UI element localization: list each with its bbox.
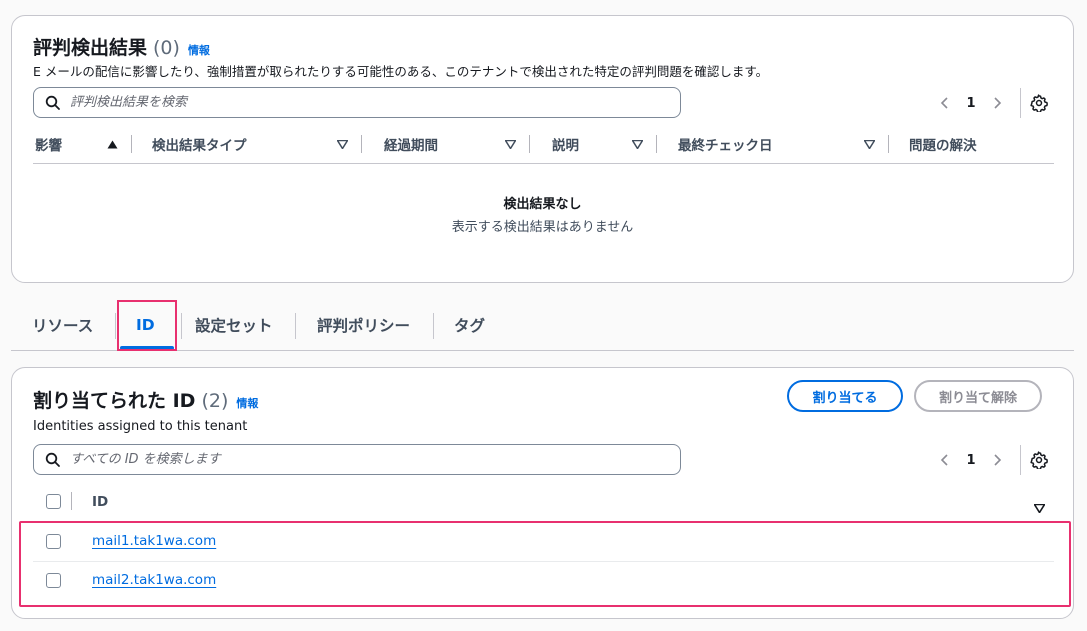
column-header-id[interactable]: ID [92,482,108,522]
assigned-title: 割り当てられた ID [33,390,196,412]
settings-gear-icon[interactable] [1029,450,1049,470]
findings-search[interactable] [33,87,681,118]
column-header-last-checked[interactable]: 最終チェック日 [678,124,908,164]
assign-button[interactable]: 割り当てる [787,380,903,412]
empty-state-title: 検出結果なし [503,197,582,212]
tab-configuration-sets[interactable]: 設定セット [195,300,273,350]
findings-title: 評判検出結果 [33,37,148,59]
column-header-resolution[interactable]: 問題の解決 [909,124,1049,164]
findings-table-header: 影響 検出結果タイプ 経過期間 説明 最終チェック日 問題の解決 [33,124,1054,164]
column-header-elapsed[interactable]: 経過期間 [384,124,549,164]
findings-description: E メールの配信に影響したり、強制措置が取られたりする可能性のある、このテナント… [33,64,769,79]
chevron-right-icon[interactable] [988,94,1006,112]
reputation-findings-panel: 評判検出結果 (0) 情報 E メールの配信に影響したり、強制措置が取られたりす… [11,15,1074,283]
pager-divider [1020,445,1021,475]
tab-reputation-policy[interactable]: 評判ポリシー [317,300,410,350]
pager-divider [1020,88,1021,118]
sort-descending-icon[interactable] [505,139,516,149]
sort-ascending-icon[interactable] [107,140,118,149]
unassign-button[interactable]: 割り当て解除 [914,380,1042,412]
identity-pagination: 1 [936,445,1049,475]
sort-descending-icon[interactable] [337,139,348,149]
settings-gear-icon[interactable] [1029,93,1049,113]
sort-descending-icon[interactable] [1033,498,1046,517]
assigned-description: Identities assigned to this tenant [33,419,248,434]
select-all-checkbox[interactable] [46,494,61,509]
findings-header: 評判検出結果 (0) 情報 [33,33,210,60]
assigned-info-link[interactable]: 情報 [236,395,258,411]
sort-descending-icon[interactable] [864,139,875,149]
column-header-finding-type[interactable]: 検出結果タイプ [152,124,367,164]
findings-page-number[interactable]: 1 [959,96,983,111]
empty-state-subtitle: 表示する検出結果はありません [451,220,634,235]
tab-resources[interactable]: リソース [32,300,93,350]
identity-page-number[interactable]: 1 [959,453,983,468]
assigned-count: (2) [201,390,229,412]
assigned-header: 割り当てられた ID (2) 情報 [33,386,258,413]
findings-pagination: 1 [936,88,1049,118]
chevron-left-icon[interactable] [936,94,954,112]
column-header-impact[interactable]: 影響 [35,124,147,164]
search-icon [45,95,60,110]
identity-rows-highlight-box [19,521,1071,607]
findings-info-link[interactable]: 情報 [188,42,210,58]
identity-search[interactable] [33,444,681,475]
id-tab-highlight-box [117,300,177,351]
findings-search-input[interactable] [70,95,680,110]
sort-descending-icon[interactable] [632,139,643,149]
column-header-description[interactable]: 説明 [552,124,682,164]
chevron-right-icon[interactable] [988,451,1006,469]
findings-count: (0) [153,37,180,59]
chevron-left-icon[interactable] [936,451,954,469]
search-icon [45,452,60,467]
tab-tags[interactable]: タグ [454,300,485,350]
identity-search-input[interactable] [70,452,680,467]
